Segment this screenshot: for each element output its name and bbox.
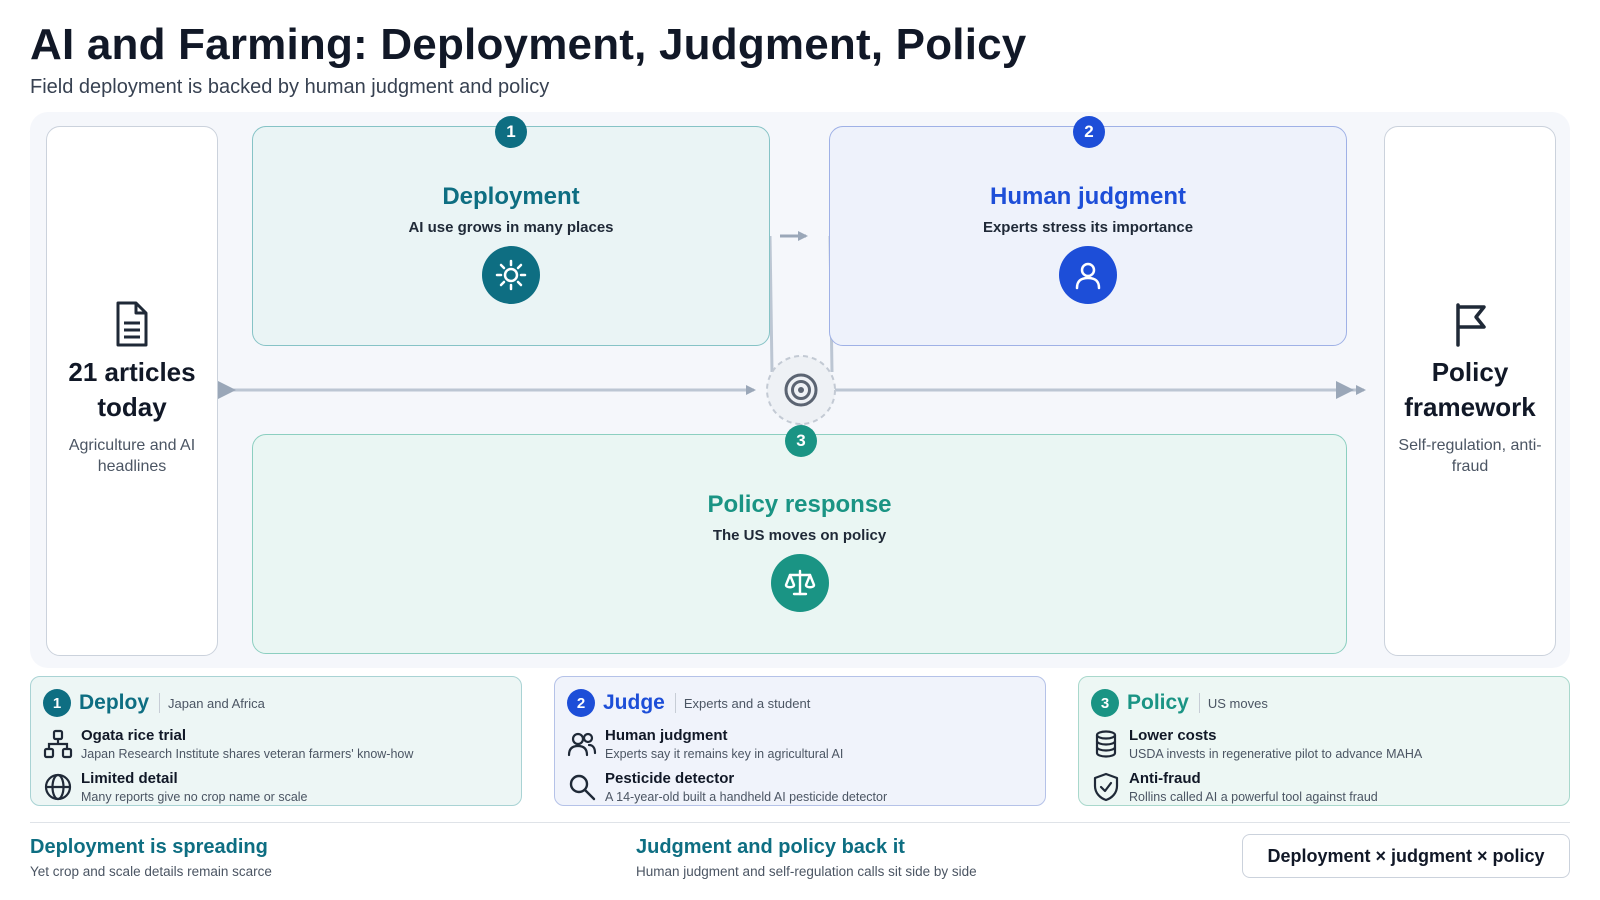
flag-icon xyxy=(1385,301,1555,349)
hierarchy-icon xyxy=(43,729,73,759)
panel-separator xyxy=(674,693,676,713)
item-desc: Rollins called AI a powerful tool agains… xyxy=(1129,790,1378,804)
stage-card-policy: Policy response The US moves on policy xyxy=(252,434,1347,654)
stage-title: Policy response xyxy=(707,491,892,518)
footer-mid-title: Judgment and policy back it xyxy=(636,836,905,858)
panel-title: Judge xyxy=(603,691,665,714)
item-title: Lower costs xyxy=(1129,727,1217,744)
footer-mid-subtitle: Human judgment and self-regulation calls… xyxy=(636,864,977,879)
target-card: Policy framework Self-regulation, anti-f… xyxy=(1384,126,1556,656)
users-icon xyxy=(567,729,597,759)
item-desc: Many reports give no crop name or scale xyxy=(81,790,308,804)
stage-badge-2: 2 xyxy=(1073,116,1105,148)
source-caption: Agriculture and AI headlines xyxy=(68,437,196,475)
item-title: Human judgment xyxy=(605,727,728,744)
target-caption: Self-regulation, anti-fraud xyxy=(1398,437,1542,475)
stage-title: Human judgment xyxy=(990,183,1186,210)
target-headline: Policy framework xyxy=(1404,357,1536,422)
panel-title: Deploy xyxy=(79,691,150,714)
panel-item: Human judgment Experts say it remains key… xyxy=(567,727,843,761)
exit-arrowhead xyxy=(1336,381,1354,399)
document-icon xyxy=(47,301,217,349)
footer-divider xyxy=(30,822,1570,823)
shield-check-icon xyxy=(1091,772,1121,802)
footer-left-subtitle: Yet crop and scale details remain scarce xyxy=(30,864,272,879)
stage-subtitle: The US moves on policy xyxy=(712,527,887,544)
panel-item: Lower costs USDA invests in regenerative … xyxy=(1091,727,1422,761)
source-headline: 21 articles today xyxy=(68,357,196,422)
item-title: Pesticide detector xyxy=(605,770,735,787)
entry-arrowhead xyxy=(218,381,236,399)
panel-note: Experts and a student xyxy=(683,695,811,711)
panel-note: US moves xyxy=(1207,695,1268,711)
stage-card-deployment: Deployment AI use grows in many places xyxy=(252,126,770,346)
database-icon xyxy=(1091,729,1121,759)
stage-badge-3: 3 xyxy=(785,425,817,457)
globe-icon xyxy=(43,772,73,802)
stage-title: Deployment xyxy=(442,183,580,210)
panel-policy: 3 Policy US moves Lower costs USDA invest… xyxy=(1078,676,1570,806)
item-title: Anti-fraud xyxy=(1129,770,1201,787)
item-desc: Experts say it remains key in agricultur… xyxy=(605,747,844,761)
panel-judge: 2 Judge Experts and a student Human judg… xyxy=(554,676,1046,806)
stage-badge-1: 1 xyxy=(495,116,527,148)
item-desc: Japan Research Institute shares veteran … xyxy=(81,747,414,761)
panel-separator xyxy=(1198,693,1200,713)
item-desc: A 14-year-old built a handheld AI pestic… xyxy=(605,790,888,804)
panel-deploy: 1 Deploy Japan and Africa Ogata rice tri… xyxy=(30,676,522,806)
panel-number: 1 xyxy=(43,689,71,717)
footer-left-title: Deployment is spreading xyxy=(30,836,268,858)
scale-icon xyxy=(770,554,829,612)
panel-item: Anti-fraud Rollins called AI a powerful t… xyxy=(1091,770,1378,804)
panel-item: Ogata rice trial Japan Research Institute… xyxy=(43,727,413,761)
item-title: Ogata rice trial xyxy=(81,727,187,744)
item-desc: USDA invests in regenerative pilot to ad… xyxy=(1129,747,1423,761)
source-card: 21 articles today Agriculture and AI hea… xyxy=(46,126,218,656)
panel-note: Japan and Africa xyxy=(168,695,265,711)
summary-pill: Deployment × judgment × policy xyxy=(1242,834,1570,878)
panel-number: 3 xyxy=(1091,689,1119,717)
stage-subtitle: Experts stress its importance xyxy=(982,219,1194,236)
panel-item: Pesticide detector A 14-year-old built a … xyxy=(567,770,887,804)
panel-title: Policy xyxy=(1127,691,1189,714)
panel-separator xyxy=(159,693,161,713)
person-icon xyxy=(1059,246,1117,304)
panel-item: Limited detail Many reports give no crop … xyxy=(43,770,308,804)
stage-subtitle: AI use grows in many places xyxy=(408,219,614,236)
stage-card-judgment: Human judgment Experts stress its import… xyxy=(829,126,1347,346)
sun-icon xyxy=(482,246,540,304)
item-title: Limited detail xyxy=(81,770,178,787)
search-icon xyxy=(567,772,597,802)
stage1-to-hub-line xyxy=(768,235,774,373)
panel-number: 2 xyxy=(567,689,595,717)
